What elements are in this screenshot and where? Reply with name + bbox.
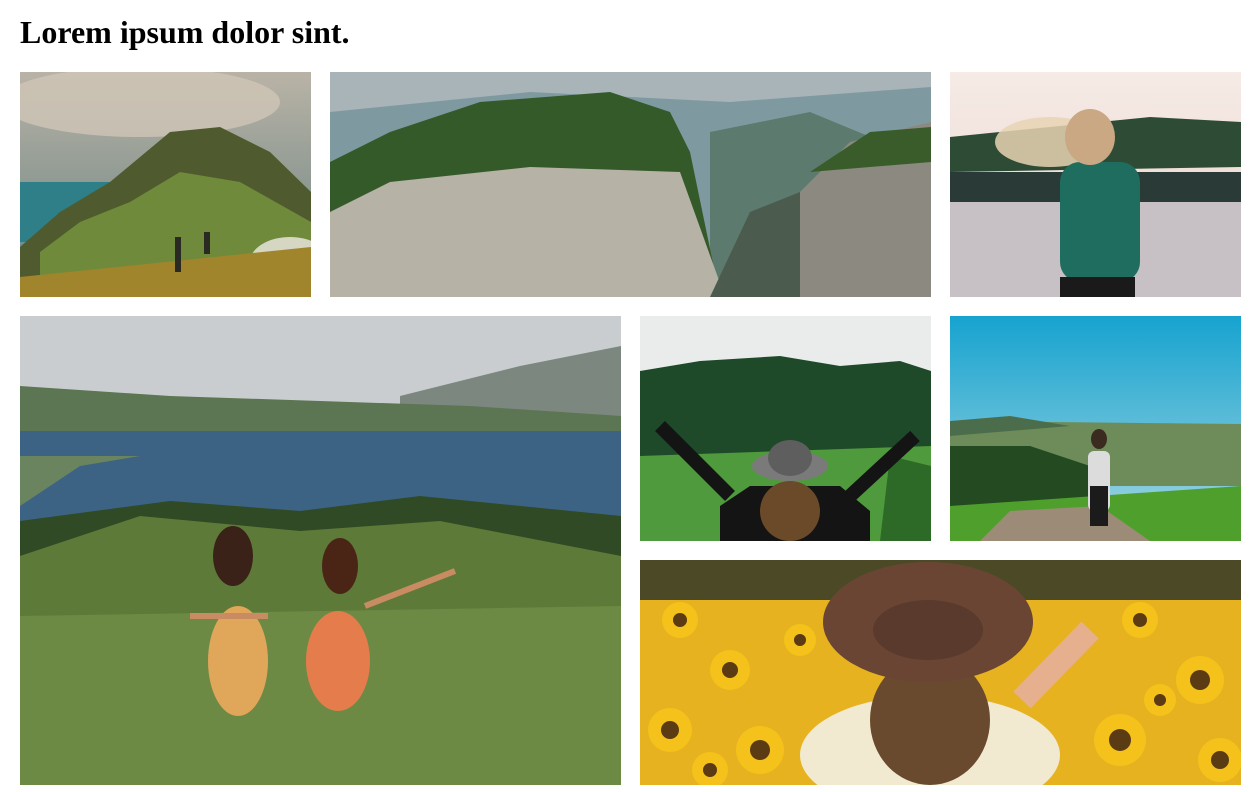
photo-women-on-hill[interactable] [20,316,621,785]
photo-woman-by-lake[interactable] [950,72,1241,297]
page-title: Lorem ipsum dolor sint. [20,14,350,50]
women-on-hill-image [20,316,621,785]
woman-by-lake-image [950,72,1241,297]
photo-canyon-cliffs[interactable] [330,72,931,297]
woman-raising-arms-image [640,316,931,541]
photo-woman-raising-arms[interactable] [640,316,931,541]
photo-woman-sunflowers[interactable] [640,560,1241,785]
man-overlooking-valley-image [950,316,1241,541]
photo-man-overlooking-valley[interactable] [950,316,1241,541]
mountain-ridge-image [20,72,311,297]
canyon-cliffs-image [330,72,931,297]
photo-mountain-ridge[interactable] [20,72,311,297]
woman-sunflowers-image [640,560,1241,785]
